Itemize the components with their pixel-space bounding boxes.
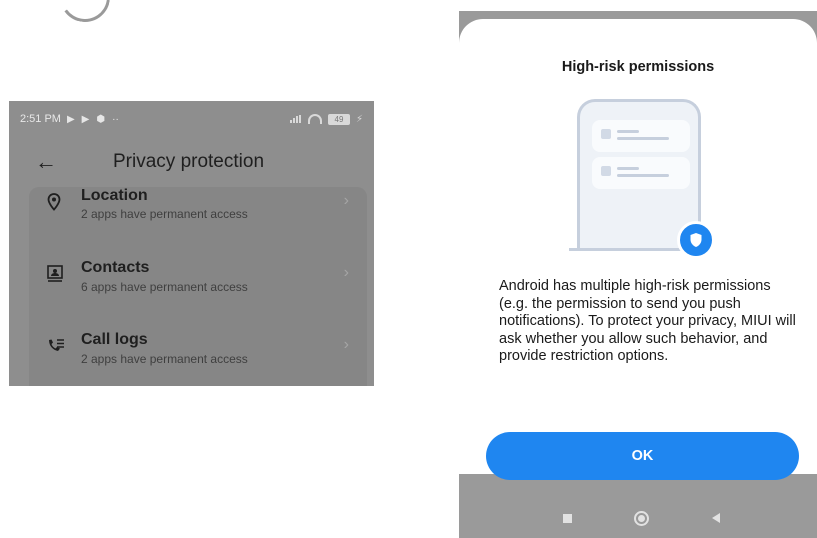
status-icons: ▶ ▶ ⬢ ·· bbox=[67, 114, 119, 125]
status-bar: 2:51 PM ▶ ▶ ⬢ ·· 49 ⚡ bbox=[9, 101, 374, 137]
list-item-title: Location bbox=[81, 187, 148, 204]
more-dots-icon: ·· bbox=[112, 113, 119, 125]
notification-card bbox=[592, 157, 690, 189]
permissions-list: Location 2 apps have permanent access › … bbox=[29, 187, 367, 386]
system-nav-bar bbox=[459, 501, 817, 538]
contacts-icon bbox=[47, 265, 63, 287]
status-time: 2:51 PM bbox=[20, 113, 61, 125]
shield-icon: ⬢ bbox=[96, 113, 106, 125]
phone-illustration bbox=[569, 99, 715, 259]
battery-icon: 49 bbox=[327, 113, 350, 125]
signal-icon bbox=[289, 115, 302, 123]
location-icon bbox=[47, 193, 61, 215]
page-title: Privacy protection bbox=[113, 151, 265, 172]
recents-square-icon[interactable] bbox=[563, 514, 572, 523]
list-item-subtitle: 2 apps have permanent access bbox=[81, 207, 248, 221]
shield-icon bbox=[677, 221, 715, 259]
list-item-location[interactable]: Location 2 apps have permanent access › bbox=[29, 173, 367, 233]
status-right: 49 ⚡ bbox=[289, 113, 363, 125]
ok-button[interactable]: OK bbox=[486, 432, 799, 480]
charging-icon: ⚡ bbox=[355, 113, 363, 125]
high-risk-permissions-dialog: High-risk permissions Android has multip… bbox=[459, 19, 817, 480]
play-icon: ▶ bbox=[81, 113, 90, 125]
list-item-contacts[interactable]: Contacts 6 apps have permanent access › bbox=[29, 247, 367, 307]
privacy-protection-screen: 2:51 PM ▶ ▶ ⬢ ·· 49 ⚡ ← Privacy protecti… bbox=[9, 101, 374, 386]
chevron-right-icon: › bbox=[343, 264, 349, 281]
decorative-circle bbox=[56, 0, 114, 26]
wifi-icon bbox=[307, 114, 322, 124]
list-item-subtitle: 6 apps have permanent access bbox=[81, 280, 248, 294]
list-item-subtitle: 2 apps have permanent access bbox=[81, 352, 248, 366]
dialog-title: High-risk permissions bbox=[561, 59, 715, 75]
back-triangle-icon[interactable] bbox=[712, 513, 720, 523]
chevron-right-icon: › bbox=[343, 192, 349, 209]
home-circle-icon[interactable] bbox=[634, 511, 649, 526]
list-item-title: Contacts bbox=[81, 259, 150, 276]
back-arrow-icon[interactable]: ← bbox=[35, 149, 57, 175]
play-icon: ▶ bbox=[66, 113, 75, 125]
notification-card bbox=[592, 120, 690, 152]
list-item-title: Call logs bbox=[81, 331, 148, 348]
list-item-call-logs[interactable]: Call logs 2 apps have permanent access › bbox=[29, 319, 367, 379]
chevron-right-icon: › bbox=[343, 336, 349, 353]
dialog-body-text: Android has multiple high-risk permissio… bbox=[499, 278, 796, 364]
permission-dialog-screen: High-risk permissions Android has multip… bbox=[459, 11, 817, 538]
call-logs-icon bbox=[47, 337, 65, 357]
